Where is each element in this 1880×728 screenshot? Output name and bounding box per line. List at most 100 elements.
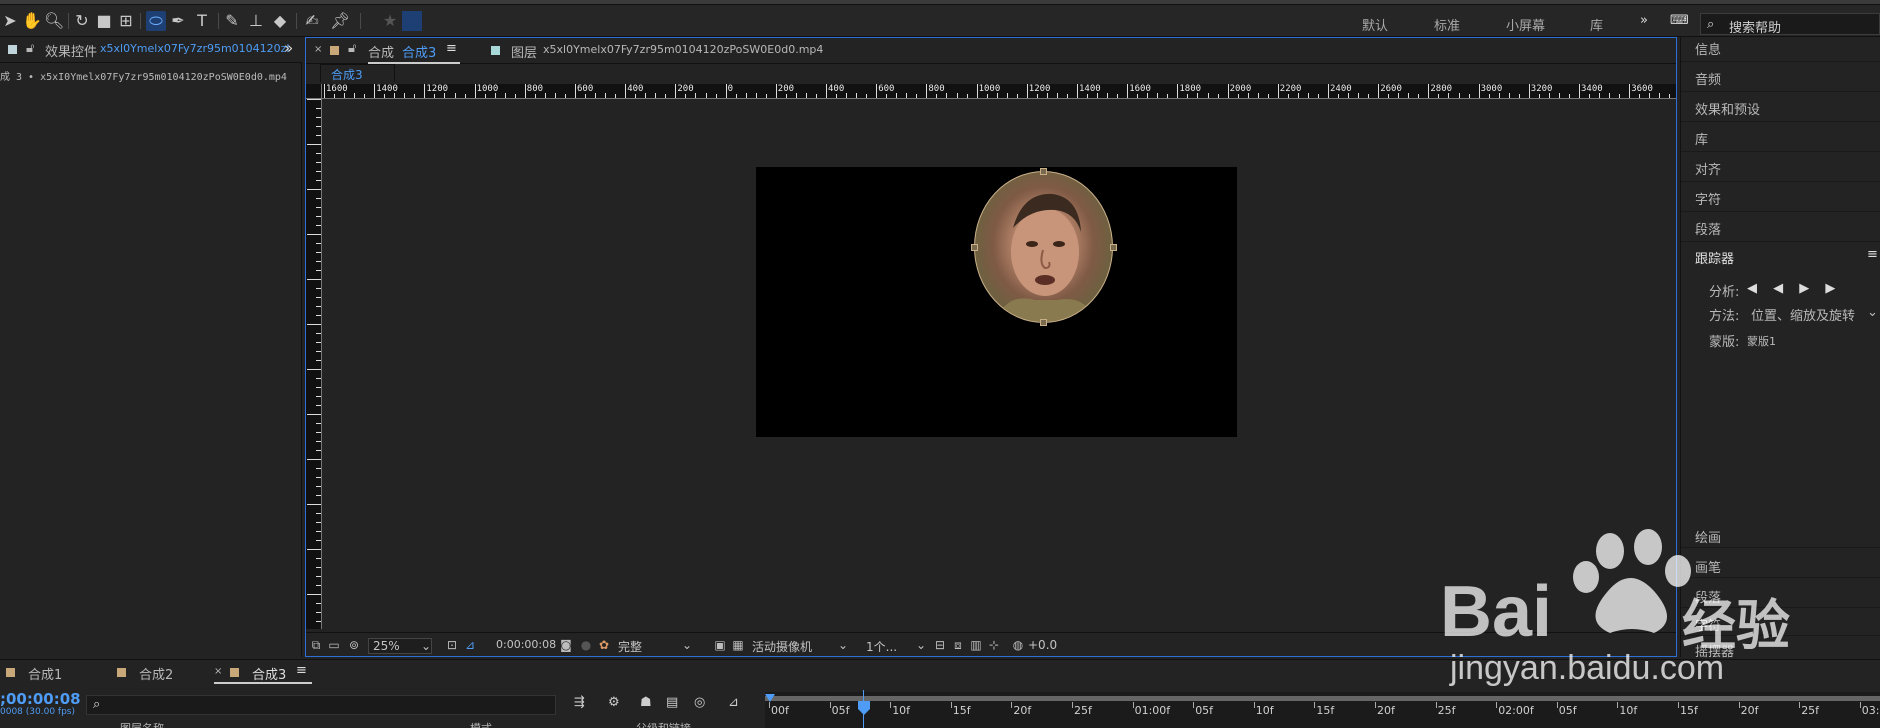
timeline-time-ruler[interactable]: 00f 05f 10f 15f 20f 25f 01:00f 05f 10f 15f 20f 25f 0… — [765, 692, 1880, 728]
timeline-toggle-icon[interactable]: ▥ — [968, 637, 984, 653]
selection-tool-icon[interactable]: ➤ — [0, 11, 20, 31]
panel-character-2[interactable]: 字符 — [1695, 615, 1721, 634]
fit-view-icon[interactable]: ⊡ — [444, 637, 460, 653]
snap-toggle-icon[interactable]: ■ — [402, 11, 422, 31]
snapshot-icon[interactable]: ◙ — [558, 637, 574, 653]
vertical-ruler[interactable] — [306, 99, 322, 629]
star-icon[interactable]: ★ — [380, 11, 400, 31]
puppet-pin-tool-icon[interactable]: 📌︎ — [330, 11, 350, 31]
zoom-tool-icon[interactable]: 🔍︎ — [44, 11, 64, 31]
close-tab-icon[interactable]: × — [214, 666, 222, 677]
search-help-field[interactable]: ⌕ 搜索帮助 — [1700, 13, 1880, 36]
comp-canvas[interactable] — [756, 167, 1237, 437]
column-parent[interactable]: 父级和链接 — [636, 720, 691, 728]
panel-audio[interactable]: 音频 — [1695, 69, 1721, 88]
transparency-grid-icon[interactable]: ⊿ — [462, 637, 478, 653]
zoom-select[interactable]: 25% ⌄ — [368, 638, 432, 654]
workspace-default[interactable]: 默认 — [1362, 15, 1388, 34]
tracker-mask-value[interactable]: 蒙版1 — [1747, 333, 1776, 349]
current-timecode[interactable]: 0:00:00:08 — [496, 638, 556, 651]
masked-video-layer[interactable] — [974, 171, 1113, 323]
eraser-tool-icon[interactable]: ◆ — [270, 11, 290, 31]
pen-tool-icon[interactable]: ✒ — [168, 11, 188, 31]
comp-subtab[interactable]: 合成3 — [320, 64, 395, 82]
roto-brush-tool-icon[interactable]: ✍ — [302, 11, 322, 31]
workspace-library[interactable]: 库 — [1590, 15, 1603, 34]
panel-library[interactable]: 库 — [1695, 129, 1708, 148]
draft-3d-icon[interactable]: ⚙ — [608, 695, 620, 710]
panel-wiggler[interactable]: 摇摆器 — [1695, 641, 1734, 660]
close-tab-icon[interactable]: × — [314, 44, 322, 55]
monitor-icon[interactable]: ▭ — [326, 637, 342, 653]
motion-blur-icon[interactable]: ◎ — [694, 695, 705, 710]
graph-editor-icon[interactable]: ⊿ — [728, 695, 739, 710]
type-tool-icon[interactable]: T — [192, 11, 212, 31]
camera-tool-icon[interactable]: ■ — [94, 11, 114, 31]
region-of-interest-icon[interactable]: ▣ — [712, 637, 728, 653]
comp-tab-name[interactable]: 合成3 — [402, 42, 436, 61]
workspace-edit-icon[interactable]: ⌨ — [1670, 13, 1689, 28]
mask-vertex-handle[interactable] — [1040, 319, 1047, 326]
workspace-small-screen[interactable]: 小屏幕 — [1506, 15, 1545, 34]
comp-mini-flowchart-icon[interactable]: ⇶ — [574, 695, 585, 710]
clone-stamp-tool-icon[interactable]: ⊥ — [246, 11, 266, 31]
effect-controls-tab-label[interactable]: 效果控件 — [45, 41, 97, 60]
tracker-title[interactable]: 跟踪器 — [1695, 248, 1734, 267]
panel-info[interactable]: 信息 — [1695, 39, 1721, 58]
vr-goggles-icon[interactable]: ⊚ — [346, 637, 362, 653]
work-area-start-handle[interactable] — [765, 694, 775, 702]
panel-overflow-icon[interactable]: » — [284, 39, 293, 57]
show-snapshot-icon[interactable]: ● — [578, 637, 594, 653]
brush-tool-icon[interactable]: ✎ — [222, 11, 242, 31]
workspace-standard[interactable]: 标准 — [1434, 15, 1460, 34]
timeline-tab-comp3[interactable]: 合成3 — [252, 664, 286, 683]
comp-tab-prefix[interactable]: 合成 — [368, 42, 394, 61]
ellipse-tool-icon[interactable]: ⬭ — [146, 11, 166, 31]
panel-effects-presets[interactable]: 效果和预设 — [1695, 99, 1760, 118]
panel-menu-icon[interactable]: ≡ — [1867, 247, 1878, 262]
tracker-analyze-controls[interactable]: ◀ ◀ ▶ ▶ — [1747, 281, 1841, 296]
playhead[interactable] — [858, 701, 870, 717]
panel-brushes[interactable]: 画笔 — [1695, 557, 1721, 576]
pixel-aspect-icon[interactable]: ⊟ — [932, 637, 948, 653]
effect-controls-tab-file[interactable]: x5xl0Ymelx07Fy7zr95m0104120zl — [100, 42, 290, 55]
frame-blending-icon[interactable]: ▤ — [666, 695, 678, 710]
view-layout-select[interactable]: 1个... ⌄ — [866, 638, 926, 655]
timeline-tab-comp2[interactable]: 合成2 — [139, 664, 173, 683]
exposure-value[interactable]: +0.0 — [1028, 638, 1057, 652]
ruler-origin[interactable] — [306, 84, 322, 99]
timeline-tab-comp1[interactable]: 合成1 — [28, 664, 62, 683]
timeline-search-input[interactable]: ⌕ — [86, 695, 556, 715]
always-preview-icon[interactable]: ⧉ — [308, 637, 324, 653]
work-area-bar[interactable] — [765, 696, 1880, 701]
panel-menu-icon[interactable]: ≡ — [296, 663, 307, 678]
lock-icon[interactable]: 🔓︎ — [348, 41, 356, 56]
lock-icon[interactable]: 🔓︎ — [26, 41, 34, 56]
panel-paint[interactable]: 绘画 — [1695, 527, 1721, 546]
panel-paragraph-2[interactable]: 段落 — [1695, 587, 1721, 606]
horizontal-ruler[interactable]: 1600 1400 1200 1000 800 600 400 200 0 200 400 600 80… — [322, 84, 1676, 99]
tracker-method-select[interactable]: 位置、缩放及旋转 — [1751, 305, 1855, 324]
rotate-tool-icon[interactable]: ↻ — [72, 11, 92, 31]
layer-tab-prefix[interactable]: 图层 — [511, 42, 537, 61]
flowchart-icon[interactable]: ⊹ — [986, 637, 1002, 653]
mask-vertex-handle[interactable] — [1040, 168, 1047, 175]
panel-paragraph[interactable]: 段落 — [1695, 219, 1721, 238]
mask-vertex-handle[interactable] — [1110, 244, 1117, 251]
panel-menu-icon[interactable]: ≡ — [446, 41, 457, 56]
shy-layers-icon[interactable]: ☗ — [640, 695, 652, 710]
camera-select[interactable]: 活动摄像机 ⌄ — [752, 638, 852, 655]
more-workspaces-icon[interactable]: » — [1640, 13, 1648, 28]
resolution-select[interactable]: 完整 ⌄ — [618, 638, 694, 655]
layer-tab-file[interactable]: x5xl0Ymelx07Fy7zr95m0104120zPoSW0E0d0.mp… — [543, 43, 823, 56]
panel-align[interactable]: 对齐 — [1695, 159, 1721, 178]
reset-exposure-icon[interactable]: ◍ — [1010, 637, 1026, 653]
mask-vertex-handle[interactable] — [971, 244, 978, 251]
column-mode[interactable]: 模式 — [470, 720, 492, 728]
panel-character[interactable]: 字符 — [1695, 189, 1721, 208]
color-channels-icon[interactable]: ✿ — [596, 637, 612, 653]
column-layer-name[interactable]: 图层名称 — [120, 720, 164, 728]
timeline-timecode[interactable]: ;00:00:08 — [0, 690, 81, 708]
toggle-transparency-grid-icon[interactable]: ▦ — [730, 637, 746, 653]
hand-tool-icon[interactable]: ✋ — [22, 11, 42, 31]
